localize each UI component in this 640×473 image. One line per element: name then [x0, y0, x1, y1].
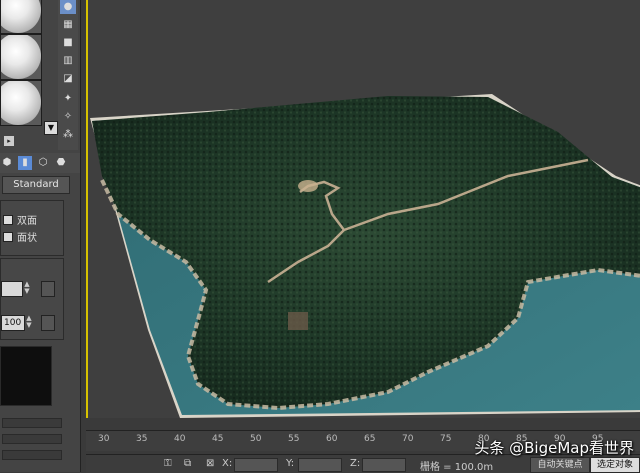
sample-type-icon[interactable]: ●	[60, 0, 76, 14]
material-slot-3[interactable]	[0, 80, 42, 126]
timeline-tick: 35	[136, 434, 148, 444]
timeline-tick: 50	[250, 434, 262, 444]
make-preview-icon[interactable]: ✦	[60, 92, 76, 106]
timeline-tick: 65	[364, 434, 376, 444]
clearing-patch	[288, 312, 308, 330]
backlight-icon[interactable]: ▦	[60, 18, 76, 32]
grid-size-label: 栅格 = 100.0m	[420, 462, 494, 473]
rollout-bar[interactable]	[2, 434, 62, 444]
auto-key-button[interactable]: 自动关键点	[530, 457, 590, 473]
timeline-tick: 55	[288, 434, 300, 444]
watermark: 头条 @BigeMap看世界	[474, 439, 634, 457]
timeline-tick: 40	[174, 434, 186, 444]
selected-set-dropdown[interactable]: 选定对象	[590, 457, 640, 473]
lock-icon[interactable]: ⚿	[164, 458, 172, 469]
timeline-tick: 75	[440, 434, 452, 444]
x-coord-label: X:	[222, 458, 233, 469]
get-material-button[interactable]: ▸	[4, 136, 14, 146]
y-coord-label: Y:	[286, 458, 295, 469]
opacity-spinner[interactable]: ▲ ▼	[25, 315, 33, 329]
z-coord-label: Z:	[350, 458, 361, 469]
shader-basic-params-group: 双面 面状	[0, 200, 64, 256]
y-coord-field[interactable]	[298, 458, 342, 472]
timeline-tick: 60	[326, 434, 338, 444]
material-side-toolbar: ● ▦ ■ ▥ ◪ ✦ ✧ ⁂	[58, 0, 78, 150]
timeline-tick: 30	[98, 434, 110, 444]
material-editor-panel: ● ▦ ■ ▥ ◪ ✦ ✧ ⁂ ▼ ▸ ⬢ ▮ ⬡ ⬣ Standard 双面 …	[0, 0, 81, 472]
select-by-material-icon[interactable]: ⁂	[60, 128, 76, 142]
double-sided-label: 双面	[17, 216, 37, 227]
show-in-viewport-icon[interactable]: ▮	[18, 156, 32, 170]
perspective-viewport[interactable]	[86, 0, 640, 418]
basic-params-group: ▲ ▼ 100 ▲ ▼	[0, 258, 64, 340]
color-field[interactable]	[1, 281, 23, 297]
color-spinner[interactable]: ▲ ▼	[23, 281, 31, 295]
terrain-render	[90, 94, 640, 418]
map-button[interactable]	[41, 281, 55, 297]
background-icon[interactable]: ■	[60, 36, 76, 50]
snap-icon[interactable]: ⧉	[184, 458, 191, 469]
material-sphere-preview	[1, 35, 41, 79]
rollout-bar[interactable]	[2, 418, 62, 428]
material-type-button[interactable]: Standard	[2, 176, 70, 194]
chevron-down-icon[interactable]: ▼	[44, 121, 58, 135]
material-sphere-preview	[1, 0, 41, 33]
x-coord-field[interactable]	[234, 458, 278, 472]
material-toolbar: ⬢ ▮ ⬡ ⬣	[0, 153, 80, 173]
double-sided-checkbox[interactable]	[3, 215, 13, 225]
go-to-parent-icon[interactable]: ⬡	[36, 156, 50, 170]
map-preview	[0, 346, 52, 406]
rollout-bar[interactable]	[2, 450, 62, 460]
uv-tiling-icon[interactable]: ▥	[60, 54, 76, 68]
material-sphere-preview	[1, 81, 41, 125]
video-check-icon[interactable]: ◪	[60, 72, 76, 86]
transform-icon[interactable]: ⊠	[206, 458, 214, 469]
faceted-checkbox[interactable]	[3, 232, 13, 242]
faceted-label: 面状	[17, 233, 37, 244]
material-slot-1[interactable]	[0, 0, 42, 34]
timeline-tick: 70	[402, 434, 414, 444]
sand-patch	[298, 180, 318, 192]
opacity-field[interactable]: 100	[1, 315, 25, 331]
timeline-tick: 45	[212, 434, 224, 444]
options-icon[interactable]: ✧	[60, 110, 76, 124]
rollout-stack	[0, 410, 62, 472]
opacity-map-button[interactable]	[41, 315, 55, 331]
faceted-option[interactable]: 面状	[3, 232, 37, 246]
z-coord-field[interactable]	[362, 458, 406, 472]
material-slot-2[interactable]	[0, 34, 42, 80]
go-forward-sibling-icon[interactable]: ⬣	[54, 156, 68, 170]
double-sided-option[interactable]: 双面	[3, 215, 37, 229]
put-to-scene-icon[interactable]: ⬢	[0, 156, 14, 170]
